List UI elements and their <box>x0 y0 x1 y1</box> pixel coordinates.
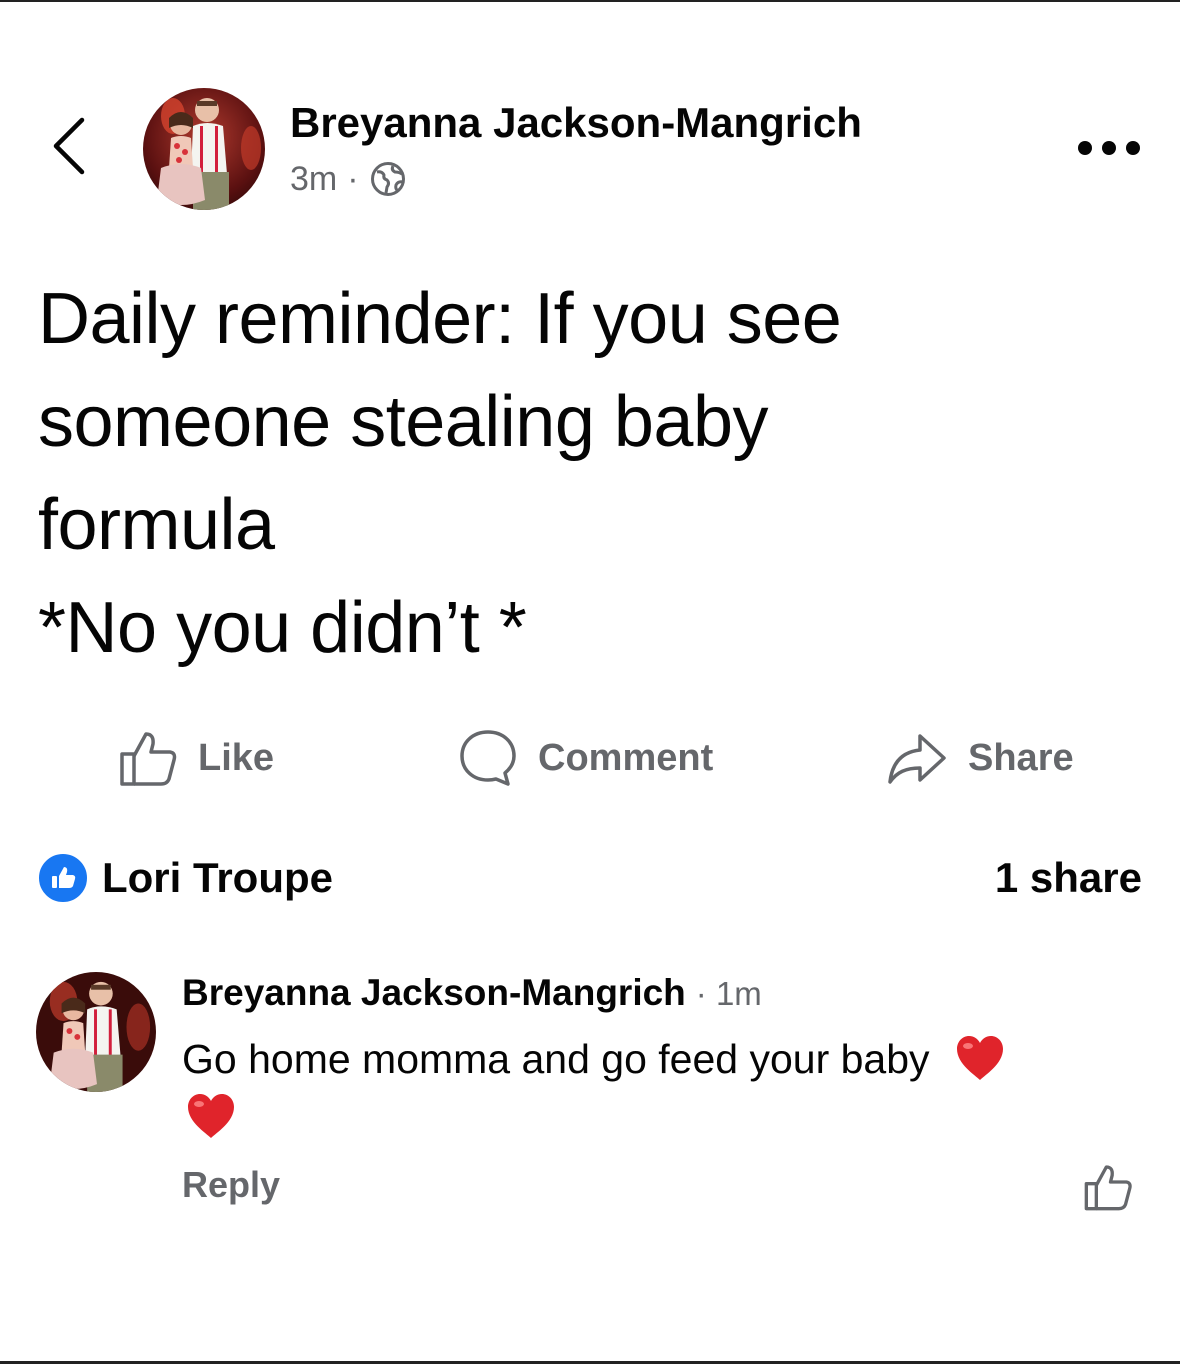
share-arrow-icon <box>888 734 946 784</box>
comment-label: Comment <box>538 736 714 779</box>
ellipsis-dot <box>1102 141 1116 155</box>
comment-button[interactable]: Comment <box>458 722 713 794</box>
post-text-line: someone stealing baby <box>38 382 769 462</box>
more-options-button[interactable] <box>1078 136 1140 160</box>
post-text: Daily reminder: If you see someone steal… <box>38 268 1138 680</box>
comment-like-button[interactable] <box>1082 1162 1134 1212</box>
reactions-summary[interactable]: Lori Troupe <box>36 850 333 906</box>
comment-bubble-icon <box>460 730 516 786</box>
ellipsis-dot <box>1126 141 1140 155</box>
comment-author-name[interactable]: Breyanna Jackson-Mangrich <box>182 972 686 1014</box>
comment-timestamp: · 1m <box>695 975 762 1012</box>
red-heart-icon <box>956 1036 1003 1080</box>
thumbs-up-icon <box>1084 1165 1132 1211</box>
commenter-avatar[interactable] <box>36 972 156 1092</box>
comment-body: Go home momma and go feed your baby <box>182 1036 930 1082</box>
meta-separator: · <box>347 159 359 198</box>
thumbs-up-icon <box>120 732 177 786</box>
globe-icon <box>370 162 405 196</box>
post-text-line: *No you didn’t * <box>38 588 527 668</box>
comment-text: Go home momma and go feed your baby <box>182 1030 1112 1088</box>
back-button[interactable] <box>48 114 92 178</box>
author-avatar[interactable] <box>143 88 265 210</box>
post-action-bar: Like Comment Share <box>0 722 1180 794</box>
post-author-name[interactable]: Breyanna Jackson-Mangrich <box>290 96 862 150</box>
post-timestamp[interactable]: 3m <box>290 160 337 199</box>
chevron-left-icon <box>53 117 85 175</box>
top-divider <box>0 0 1180 2</box>
reactor-name: Lori Troupe <box>102 854 333 901</box>
share-label: Share <box>968 736 1074 779</box>
share-button[interactable]: Share <box>886 722 1074 794</box>
like-reaction-icon <box>36 851 90 905</box>
share-count[interactable]: 1 share <box>995 850 1142 906</box>
red-heart-icon <box>188 1094 234 1138</box>
post-meta: 3m · <box>290 156 407 202</box>
like-button[interactable]: Like <box>118 722 274 794</box>
post-text-line: formula <box>38 485 275 565</box>
post-text-line: Daily reminder: If you see <box>38 279 842 359</box>
ellipsis-dot <box>1078 141 1092 155</box>
comment-header: Breyanna Jackson-Mangrich · 1m <box>182 972 762 1014</box>
reply-button[interactable]: Reply <box>182 1164 280 1206</box>
like-label: Like <box>198 736 275 779</box>
